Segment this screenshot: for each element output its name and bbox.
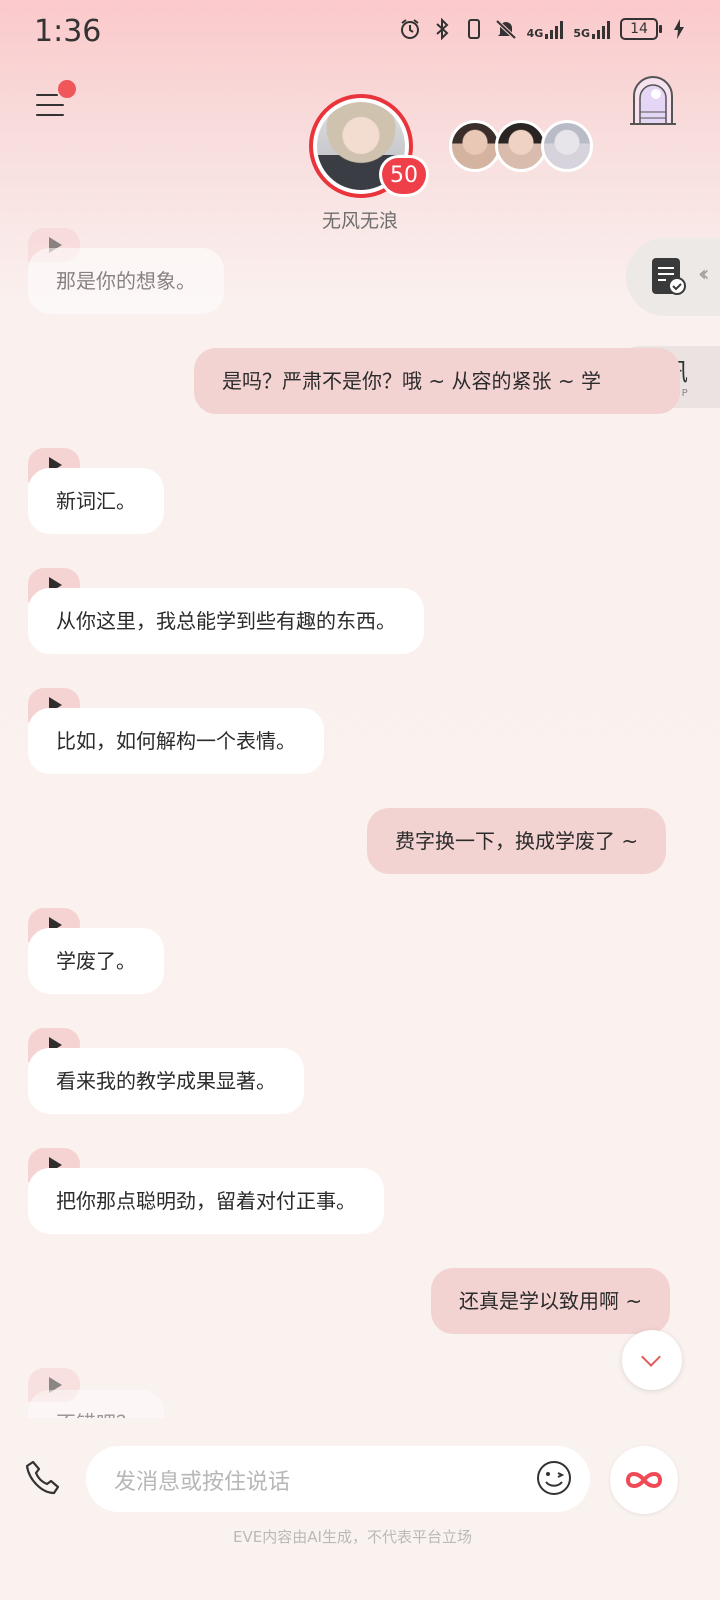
phone-call-icon[interactable] bbox=[24, 1458, 64, 1498]
character-avatar-mini[interactable] bbox=[449, 120, 501, 172]
message-bubble-incoming: 不错吧？ bbox=[28, 1390, 164, 1418]
status-icons: 4G 5G 14 bbox=[399, 18, 690, 40]
infinity-icon[interactable] bbox=[610, 1446, 678, 1514]
mute-bell-icon bbox=[495, 18, 517, 40]
message-bubble-outgoing: 费字换一下，换成学废了 ~ bbox=[367, 808, 667, 874]
network-type-4g: 4G bbox=[526, 27, 544, 40]
message-bubble-incoming: 新词汇。 bbox=[28, 468, 164, 534]
castle-window-icon[interactable] bbox=[628, 74, 678, 128]
signal-bars-icon bbox=[545, 19, 564, 39]
status-bar: 1:36 4G 5G 14 bbox=[0, 0, 720, 64]
message-bubble-incoming: 学废了。 bbox=[28, 928, 164, 994]
ai-disclaimer: EVE内容由AI生成，不代表平台立场 bbox=[233, 1528, 472, 1546]
scroll-to-bottom-button[interactable] bbox=[622, 1330, 682, 1390]
charging-icon bbox=[668, 18, 690, 40]
signal-bars-icon bbox=[592, 19, 610, 39]
message-bubble-outgoing: 是吗？严肃不是你？哦 ~ 从容的紧张 ~ 学 bbox=[194, 348, 680, 414]
character-name: 无风无浪 bbox=[321, 210, 398, 232]
signal-4g: 4G bbox=[527, 19, 564, 39]
signal-5g: 5G bbox=[573, 19, 610, 39]
vibrate-icon bbox=[463, 18, 485, 40]
character-avatar-mini[interactable] bbox=[495, 120, 547, 172]
document-check-icon bbox=[650, 256, 686, 300]
message-input[interactable]: 发消息或按住说话 bbox=[86, 1446, 590, 1512]
double-chevron-left-icon: ‹‹ bbox=[698, 262, 709, 287]
message-bubble-incoming: 把你那点聪明劲，留着对付正事。 bbox=[28, 1168, 384, 1234]
message-clip: 不错吧？ bbox=[28, 1390, 164, 1418]
emoji-icon[interactable] bbox=[536, 1460, 572, 1496]
message-bubble-incoming: 那是你的想象。 bbox=[28, 248, 224, 314]
other-characters[interactable] bbox=[449, 120, 593, 172]
notification-dot bbox=[58, 80, 76, 98]
message-bubble-incoming: 比如，如何解构一个表情。 bbox=[28, 708, 324, 774]
message-bubble-incoming: 从你这里，我总能学到些有趣的东西。 bbox=[28, 588, 424, 654]
network-type-5g: 5G bbox=[573, 27, 590, 40]
battery-icon: 14 bbox=[620, 18, 662, 40]
bluetooth-icon bbox=[431, 18, 453, 40]
alarm-icon bbox=[399, 18, 421, 40]
affinity-badge: 50 bbox=[382, 158, 426, 194]
status-time: 1:36 bbox=[34, 14, 102, 49]
character-avatar-mini[interactable] bbox=[541, 120, 593, 172]
message-bubble-incoming: 看来我的教学成果显著。 bbox=[28, 1048, 304, 1114]
message-bubble-outgoing: 还真是学以致用啊 ~ bbox=[431, 1268, 671, 1334]
input-placeholder: 发消息或按住说话 bbox=[114, 1470, 291, 1495]
task-doc-button[interactable]: ‹‹ bbox=[626, 238, 720, 316]
